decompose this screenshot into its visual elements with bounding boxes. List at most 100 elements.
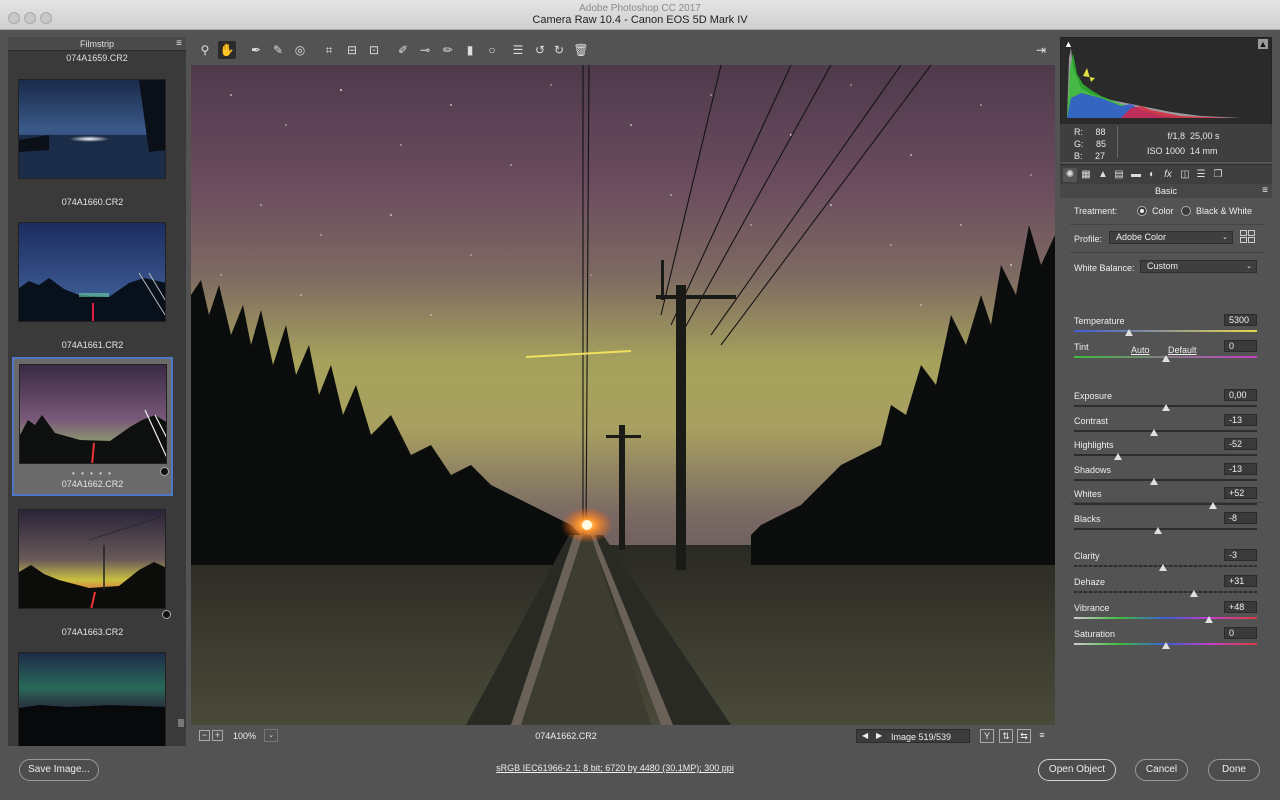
- save-image-button[interactable]: Save Image...: [19, 759, 99, 781]
- cancel-button[interactable]: Cancel: [1135, 759, 1188, 781]
- targeted-adjustment-icon[interactable]: ◎: [291, 41, 309, 59]
- filmstrip-item-1660[interactable]: 074A1660.CR2: [12, 72, 173, 212]
- lens-corrections-tab-icon[interactable]: ◐: [1145, 168, 1159, 182]
- toggle-fullscreen-icon[interactable]: ⇥: [1032, 41, 1050, 59]
- shadow-clipping-icon[interactable]: ▲: [1064, 39, 1073, 49]
- shadows-slider-track[interactable]: [1074, 479, 1257, 481]
- saturation-value-field[interactable]: 0: [1224, 627, 1257, 639]
- zoom-in-button[interactable]: +: [212, 730, 223, 741]
- dehaze-slider-handle[interactable]: [1189, 590, 1198, 597]
- trash-icon[interactable]: 🗑: [572, 41, 590, 59]
- zoom-out-button[interactable]: −: [199, 730, 210, 741]
- adjustment-brush-icon[interactable]: ✏: [439, 41, 457, 59]
- effects-tab-icon[interactable]: fx: [1161, 168, 1175, 182]
- filmstrip-item-1662-selected[interactable]: • • • • • 074A1662.CR2: [12, 357, 173, 496]
- before-after-toggle-button[interactable]: Y: [980, 729, 994, 743]
- hand-icon[interactable]: ✋: [218, 41, 236, 59]
- red-eye-icon[interactable]: ⊸: [416, 41, 434, 59]
- treatment-color-radio[interactable]: [1137, 206, 1147, 216]
- readout-divider: [1117, 126, 1118, 158]
- blacks-slider-handle[interactable]: [1154, 527, 1163, 534]
- done-button[interactable]: Done: [1208, 759, 1260, 781]
- preview-preferences-button[interactable]: ≡: [1035, 729, 1049, 743]
- filmstrip-item-1663[interactable]: 074A1663.CR2: [12, 502, 173, 642]
- whites-value-field[interactable]: +52: [1224, 487, 1257, 499]
- straighten-icon[interactable]: ⊟: [343, 41, 361, 59]
- transform-icon[interactable]: ⊡: [365, 41, 383, 59]
- g-value: 85: [1096, 139, 1107, 149]
- vibrance-value-field[interactable]: +48: [1224, 601, 1257, 613]
- rotate-right-icon[interactable]: ↻: [550, 41, 568, 59]
- shadows-slider-handle[interactable]: [1149, 478, 1158, 485]
- whites-slider-track[interactable]: [1074, 503, 1257, 505]
- snapshots-tab-icon[interactable]: ❐: [1211, 168, 1225, 182]
- filmstrip-menu-icon[interactable]: ≡: [176, 37, 182, 51]
- preview-filename: 074A1662.CR2: [535, 731, 597, 741]
- crop-icon[interactable]: ⌗: [320, 41, 338, 59]
- previous-image-icon[interactable]: ◀: [862, 731, 868, 740]
- clarity-label: Clarity: [1074, 551, 1100, 561]
- default-button[interactable]: Default: [1168, 345, 1197, 355]
- filmstrip-scrollbar[interactable]: [177, 51, 185, 746]
- white-balance-dropdown[interactable]: Custom ⌄: [1140, 260, 1257, 273]
- graduated-filter-icon[interactable]: ▮: [461, 41, 479, 59]
- tint-slider-handle[interactable]: [1161, 355, 1170, 362]
- blacks-value-field[interactable]: -8: [1224, 512, 1257, 524]
- highlight-clipping-icon[interactable]: ▲: [1258, 39, 1268, 49]
- profile-dropdown[interactable]: Adobe Color ⌄: [1109, 231, 1233, 244]
- treatment-bw-radio[interactable]: [1181, 206, 1191, 216]
- temperature-value-field[interactable]: 5300: [1224, 314, 1257, 326]
- tone-curve-tab-icon[interactable]: ▦: [1079, 168, 1093, 182]
- hsl-tab-icon[interactable]: ▤: [1112, 168, 1126, 182]
- rotate-left-icon[interactable]: ↺: [531, 41, 549, 59]
- image-preview[interactable]: [191, 65, 1055, 725]
- contrast-slider-handle[interactable]: [1149, 429, 1158, 436]
- next-image-icon[interactable]: ▶: [876, 731, 882, 740]
- exposure-slider-handle[interactable]: [1161, 404, 1170, 411]
- camera-calibration-tab-icon[interactable]: ◫: [1178, 168, 1192, 182]
- radial-filter-icon[interactable]: ○: [483, 41, 501, 59]
- star-rating[interactable]: • • • • •: [14, 469, 171, 478]
- shadows-value-field[interactable]: -13: [1224, 463, 1257, 475]
- whites-slider-handle[interactable]: [1209, 502, 1218, 509]
- zoom-dropdown-icon[interactable]: ⌄: [264, 729, 278, 742]
- blacks-slider-track[interactable]: [1074, 528, 1257, 530]
- saturation-slider-handle[interactable]: [1161, 642, 1170, 649]
- clarity-slider-handle[interactable]: [1158, 564, 1167, 571]
- open-object-button[interactable]: Open Object: [1038, 759, 1116, 781]
- exposure-value-field[interactable]: 0,00: [1224, 389, 1257, 401]
- tint-value-field[interactable]: 0: [1224, 340, 1257, 352]
- filmstrip-item-next[interactable]: [12, 645, 173, 746]
- zoom-icon[interactable]: ⚲: [196, 41, 214, 59]
- split-toning-tab-icon[interactable]: ▬: [1129, 168, 1143, 182]
- temperature-slider-track[interactable]: [1074, 330, 1257, 332]
- auto-button[interactable]: Auto: [1131, 345, 1150, 355]
- thumbnail-filename: 074A1661.CR2: [61, 340, 124, 350]
- workflow-options-link[interactable]: sRGB IEC61966-2.1; 8 bit; 6720 by 4480 (…: [430, 763, 800, 773]
- profile-browser-icon[interactable]: [1240, 230, 1255, 243]
- presets-tab-icon[interactable]: ☰: [1194, 168, 1208, 182]
- basic-tab-icon[interactable]: ✺: [1063, 168, 1077, 182]
- filmstrip-scroll-thumb[interactable]: [178, 719, 184, 727]
- temperature-slider-handle[interactable]: [1124, 329, 1133, 336]
- detail-tab-icon[interactable]: ▲: [1096, 168, 1110, 182]
- color-sampler-icon[interactable]: ✎: [269, 41, 287, 59]
- contrast-slider-track[interactable]: [1074, 430, 1257, 432]
- thumbnail-filename: 074A1663.CR2: [61, 627, 124, 637]
- highlights-value-field[interactable]: -52: [1224, 438, 1257, 450]
- swap-settings-button[interactable]: ⇅: [999, 729, 1013, 743]
- panel-menu-icon[interactable]: ≡: [1262, 184, 1268, 198]
- white-balance-icon[interactable]: ✒: [247, 41, 265, 59]
- contrast-value-field[interactable]: -13: [1224, 414, 1257, 426]
- vibrance-slider-track[interactable]: [1074, 617, 1257, 619]
- dehaze-slider-track[interactable]: [1074, 591, 1257, 593]
- highlights-slider-track[interactable]: [1074, 454, 1257, 456]
- clarity-value-field[interactable]: -3: [1224, 549, 1257, 561]
- dehaze-value-field[interactable]: +31: [1224, 575, 1257, 587]
- copy-settings-button[interactable]: ⇆: [1017, 729, 1031, 743]
- highlights-slider-handle[interactable]: [1113, 453, 1122, 460]
- presets-list-icon[interactable]: ☰: [509, 41, 527, 59]
- vibrance-slider-handle[interactable]: [1205, 616, 1214, 623]
- spot-removal-icon[interactable]: ✐: [394, 41, 412, 59]
- filmstrip-item-1661[interactable]: 074A1661.CR2: [12, 215, 173, 355]
